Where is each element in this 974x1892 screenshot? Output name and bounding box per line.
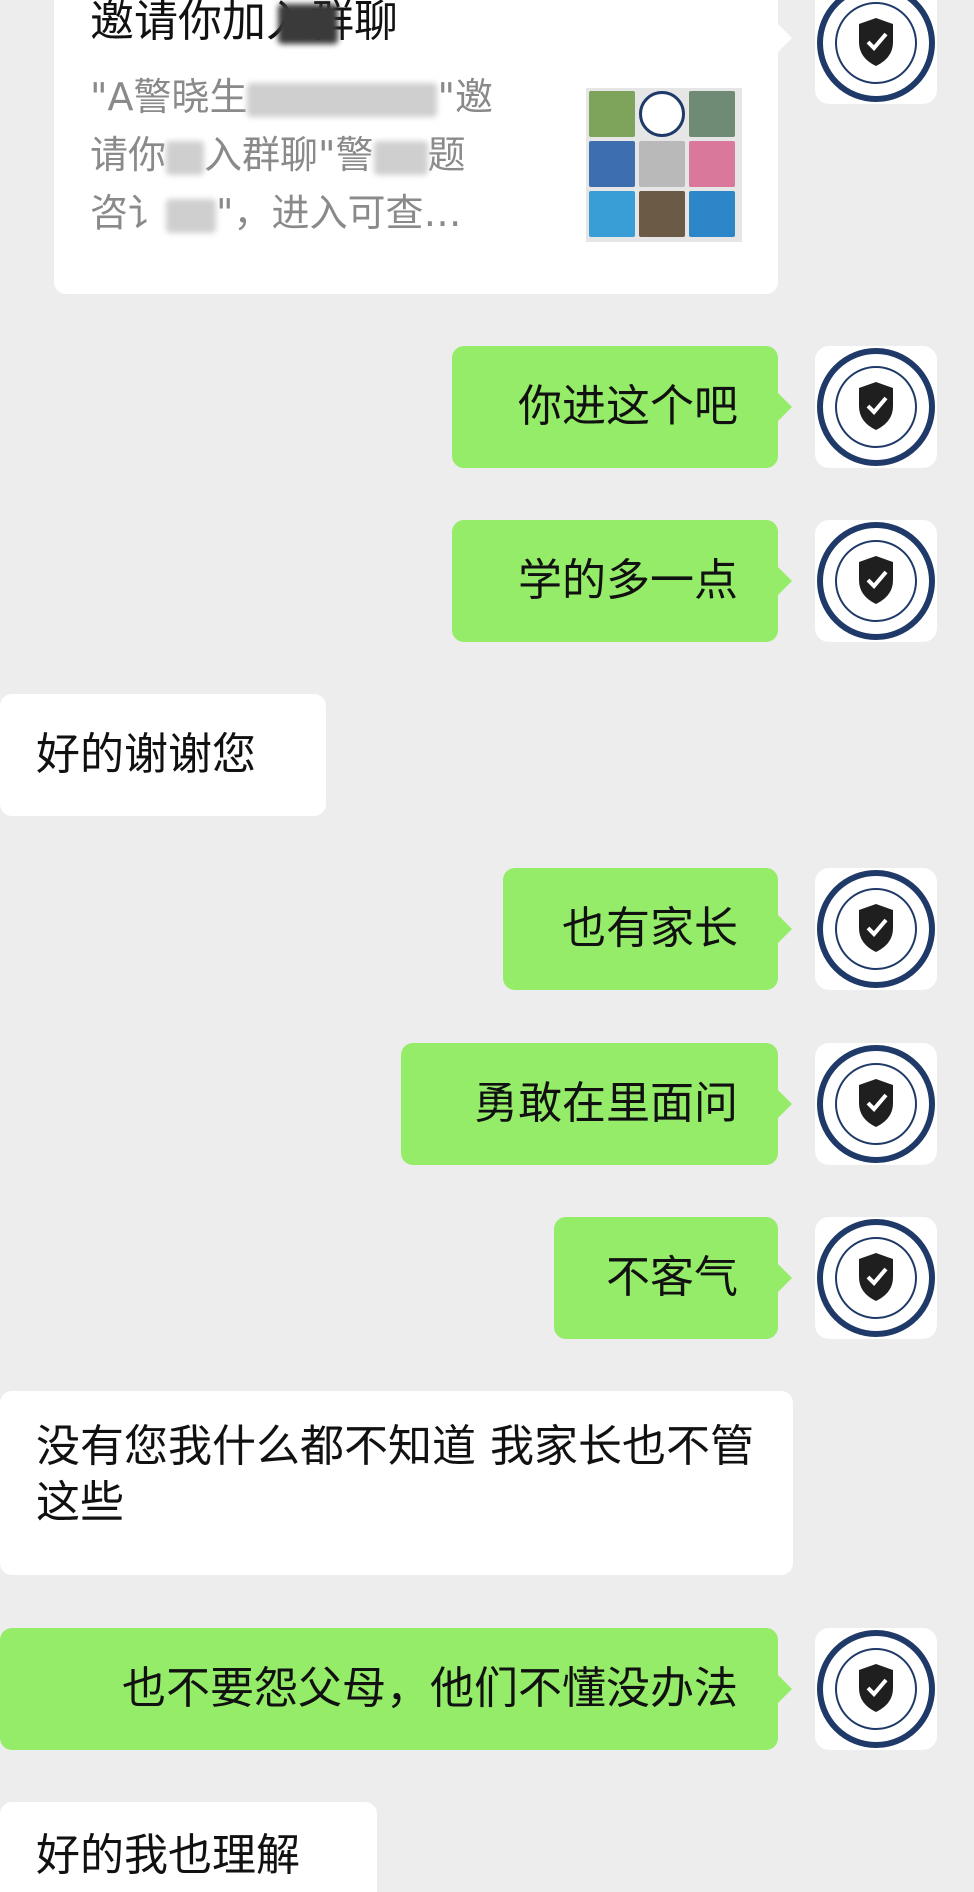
redaction [373,140,428,175]
group-member-thumbnail [689,191,735,237]
group-invite-card[interactable]: 邀请你加入群聊 "A警晓生 "邀 请你 入群聊"警 题 咨讠 "，进入可查… [54,0,792,294]
shield-badge-icon [817,1219,935,1337]
message-text: 也有家长 [562,903,738,954]
incoming-message-bubble[interactable]: 好的谢谢您 [0,694,326,816]
message-text: 好的我也理解 [36,1830,300,1881]
group-member-thumbnail [589,91,635,137]
message-text: 学的多一点 [518,555,738,606]
invite-desc-text: "，进入可查… [216,191,462,235]
incoming-message-bubble[interactable]: 好的我也理解 [0,1802,377,1892]
outgoing-message-bubble[interactable]: 不客气 [554,1217,792,1339]
message-text: 也不要怨父母，他们不懂没办法 [122,1663,738,1714]
invite-desc-text: "A警晓生 [90,75,248,119]
group-avatar-grid [586,88,742,242]
group-member-thumbnail [639,191,685,237]
redaction [166,198,217,233]
message-text: 你进这个吧 [518,381,738,432]
group-member-thumbnail [689,141,735,187]
shield-badge-icon [817,348,935,466]
group-member-thumbnail [639,141,685,187]
group-member-thumbnail [689,91,735,137]
invite-desc-text: 咨讠 [90,191,167,235]
outgoing-message-bubble[interactable]: 也不要怨父母，他们不懂没办法 [0,1628,792,1750]
invite-desc-text: "邀 [437,75,493,119]
invite-desc-text: 入群聊"警 [204,133,374,177]
sender-avatar[interactable] [815,0,937,104]
shield-badge-icon [817,0,935,102]
message-text: 好的谢谢您 [36,729,256,780]
redaction [278,4,338,44]
redaction [166,140,205,175]
message-text: 勇敢在里面问 [474,1078,738,1129]
chat-window: 邀请你加入群聊 "A警晓生 "邀 请你 入群聊"警 题 咨讠 "，进入可查… 你进… [0,0,974,1892]
invite-description: "A警晓生 "邀 请你 入群聊"警 题 咨讠 "，进入可查… [90,68,580,242]
shield-badge-icon [817,1630,935,1748]
invite-desc-text: 题 [427,133,466,177]
message-text: 没有您我什么都不知道 我家长也不管这些 [36,1421,754,1528]
shield-badge-icon [817,1045,935,1163]
incoming-message-bubble[interactable]: 没有您我什么都不知道 我家长也不管这些 [0,1391,793,1575]
sender-avatar[interactable] [815,868,937,990]
outgoing-message-bubble[interactable]: 勇敢在里面问 [401,1043,792,1165]
invite-title: 邀请你加入群聊 [90,0,398,50]
outgoing-message-bubble[interactable]: 你进这个吧 [452,346,792,468]
group-member-thumbnail [589,191,635,237]
shield-badge-icon [817,522,935,640]
group-member-thumbnail [639,91,685,137]
message-text: 不客气 [606,1252,738,1303]
outgoing-message-bubble[interactable]: 学的多一点 [452,520,792,642]
outgoing-message-bubble[interactable]: 也有家长 [503,868,792,990]
invite-desc-text: 请你 [90,133,167,177]
sender-avatar[interactable] [815,1217,937,1339]
sender-avatar[interactable] [815,520,937,642]
sender-avatar[interactable] [815,1628,937,1750]
shield-badge-icon [817,870,935,988]
sender-avatar[interactable] [815,1043,937,1165]
sender-avatar[interactable] [815,346,937,468]
invite-title-text: 邀请你加入群聊 [90,0,398,47]
redaction [247,82,438,117]
group-member-thumbnail [589,141,635,187]
